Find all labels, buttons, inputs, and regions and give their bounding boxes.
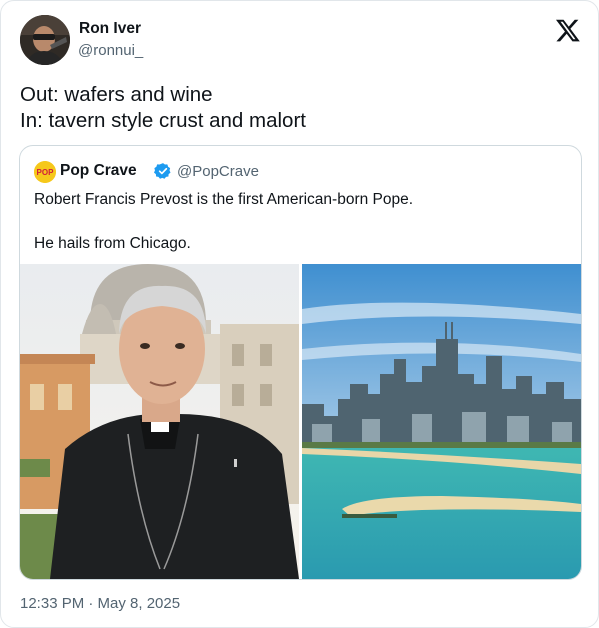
chicago-skyline-photo[interactable] <box>302 264 581 579</box>
quote-line: He hails from Chicago. <box>34 235 191 252</box>
pope-photo[interactable] <box>20 264 299 579</box>
quote-line: Robert Francis Prevost is the first Amer… <box>34 191 414 208</box>
tweet-text: Out: wafers and wine In: tavern style cr… <box>20 82 306 134</box>
x-logo-icon[interactable] <box>555 17 581 43</box>
tweet-card: Ron Iver @ronnui_ Out: wafers and wine I… <box>0 0 599 628</box>
quote-text: Robert Francis Prevost is the first Amer… <box>34 189 413 255</box>
verified-badge-icon <box>154 162 172 180</box>
author-avatar[interactable] <box>20 15 70 65</box>
quote-author-name[interactable]: Pop Crave <box>60 162 137 180</box>
author-name[interactable]: Ron Iver <box>79 20 141 38</box>
tweet-line: In: tavern style crust and malort <box>20 109 306 132</box>
author-handle[interactable]: @ronnui_ <box>78 42 143 59</box>
quote-avatar-text: POP <box>37 168 55 177</box>
author-avatar-image <box>20 15 70 65</box>
tweet-line: Out: wafers and wine <box>20 83 213 106</box>
quote-author-handle[interactable]: @PopCrave <box>177 163 259 180</box>
tweet-timestamp[interactable]: 12:33 PM · May 8, 2025 <box>20 595 180 612</box>
quoted-tweet[interactable]: POP Pop Crave @PopCrave Robert Francis P… <box>19 145 582 580</box>
quote-avatar[interactable]: POP <box>34 161 56 183</box>
